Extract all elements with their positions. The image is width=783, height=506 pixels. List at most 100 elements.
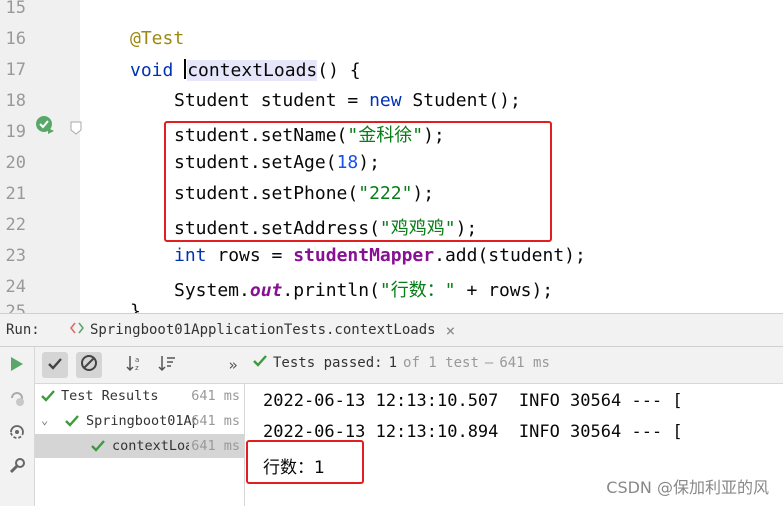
- keyword-token: new: [369, 90, 402, 111]
- auto-test-icon: [8, 423, 26, 445]
- test-results-tree[interactable]: Test Results 641 ms ⌄ Springboot01Ap 641…: [35, 384, 245, 506]
- line-number: 20: [5, 153, 26, 173]
- total-duration: 641 ms: [499, 355, 550, 371]
- line-number: 21: [5, 184, 26, 204]
- status-separator: –: [484, 355, 494, 371]
- sort-alphabetically-button[interactable]: az: [122, 352, 148, 378]
- run-label: Run:: [6, 322, 40, 338]
- line-number: 16: [5, 29, 26, 49]
- sort-by-duration-button[interactable]: [154, 352, 180, 378]
- close-icon[interactable]: ×: [446, 321, 456, 340]
- line-number: 18: [5, 91, 26, 111]
- rerun-button[interactable]: [6, 355, 28, 377]
- line-number: 15: [5, 0, 26, 18]
- tree-row-label: Springboot01Ap: [86, 413, 196, 429]
- string-token: "222": [358, 183, 413, 204]
- tab-arrows-icon: [69, 322, 85, 338]
- code-token: );: [358, 152, 380, 173]
- run-tool-window-header: Run: Springboot01ApplicationTests.contex…: [0, 313, 783, 347]
- test-runner-toolbar: az » Tests passed: 1 of 1 test – 641 ms: [35, 347, 783, 384]
- keyword-token: void: [130, 60, 174, 81]
- passed-icon: [91, 439, 105, 453]
- code-line[interactable]: 22 student.setAddress("鸡鸡鸡");: [0, 211, 783, 242]
- toggle-auto-test-button[interactable]: [6, 423, 28, 445]
- code-token: rows =: [206, 245, 294, 266]
- code-token: }: [130, 301, 141, 313]
- code-text: void contextLoads() {: [130, 59, 361, 81]
- sort-duration-icon: [158, 354, 176, 376]
- code-text: student.setName("金科徐");: [174, 121, 445, 147]
- chevron-down-icon[interactable]: ⌄: [41, 413, 48, 427]
- tree-row-time: 641 ms: [189, 438, 240, 454]
- code-text: @Test: [130, 28, 184, 49]
- code-line[interactable]: 15: [0, 0, 783, 25]
- show-ignored-button[interactable]: [76, 352, 102, 378]
- line-number: 23: [5, 246, 26, 266]
- tree-row-time: 641 ms: [191, 413, 240, 429]
- run-tab-title: Springboot01ApplicationTests.contextLoad…: [90, 322, 436, 338]
- settings-button[interactable]: [6, 457, 28, 479]
- code-token: student.setAge(: [174, 152, 337, 173]
- code-text: }: [130, 301, 141, 313]
- code-token: student.setPhone(: [174, 183, 359, 204]
- passed-icon: [41, 389, 55, 403]
- code-token: Student();: [401, 90, 521, 111]
- line-number: 25: [5, 302, 26, 313]
- method-name-token: contextLoads: [187, 60, 318, 81]
- code-editor[interactable]: 15 16 @Test 17 void contextLoads() { 18 …: [0, 0, 783, 313]
- run-config-tab[interactable]: Springboot01ApplicationTests.contextLoad…: [60, 314, 465, 346]
- text-caret: [184, 59, 187, 79]
- line-number: 24: [5, 277, 26, 297]
- field-token: studentMapper: [293, 245, 435, 266]
- tree-row-test-method[interactable]: contextLoa 641 ms: [35, 434, 244, 458]
- svg-text:z: z: [135, 364, 139, 372]
- line-number: 19: [5, 122, 26, 142]
- more-actions-button[interactable]: »: [220, 352, 246, 378]
- annotation-token: @Test: [130, 28, 185, 49]
- code-text: int rows = studentMapper.add(student);: [174, 245, 586, 266]
- code-line[interactable]: 16 @Test: [0, 25, 783, 56]
- code-line[interactable]: 18 Student student = new Student();: [0, 87, 783, 118]
- code-line[interactable]: 21 student.setPhone("222");: [0, 180, 783, 211]
- console-line: 2022-06-13 12:13:10.507 INFO 30564 --- [: [263, 391, 683, 411]
- rerun-failed-button[interactable]: [6, 389, 28, 411]
- test-status: Tests passed: 1 of 1 test – 641 ms: [253, 355, 550, 371]
- watermark: CSDN @保加利亚的风: [606, 478, 769, 497]
- code-token: student.setAddress(: [174, 218, 380, 239]
- tree-row-label: Test Results: [61, 388, 159, 404]
- code-line[interactable]: 23 int rows = studentMapper.add(student)…: [0, 242, 783, 273]
- console-line: 行数：1: [263, 458, 325, 478]
- keyword-token: int: [174, 245, 207, 266]
- code-line[interactable]: 19 student.setName("金科徐");: [0, 118, 783, 149]
- code-token: student.setName(: [174, 125, 348, 146]
- ignored-icon: [80, 354, 98, 376]
- total-count: of 1 test: [403, 355, 479, 371]
- line-number: 22: [5, 215, 26, 235]
- svg-text:a: a: [135, 356, 139, 364]
- passed-icon: [65, 414, 79, 428]
- show-passed-button[interactable]: [42, 352, 68, 378]
- play-icon: [10, 356, 24, 376]
- string-token: "鸡鸡鸡": [379, 218, 456, 239]
- code-token: () {: [317, 60, 361, 81]
- code-line[interactable]: 17 void contextLoads() {: [0, 56, 783, 135]
- code-token: Student student =: [174, 90, 370, 111]
- tree-row-test-class[interactable]: ⌄ Springboot01Ap 641 ms: [35, 409, 244, 433]
- code-text: student.setPhone("222");: [174, 183, 434, 204]
- tree-row-time: 641 ms: [191, 388, 240, 404]
- tree-row-test-results[interactable]: Test Results 641 ms: [35, 384, 244, 408]
- wrench-icon: [8, 457, 26, 479]
- passed-count: 1: [388, 355, 398, 371]
- sort-alpha-icon: az: [126, 354, 144, 376]
- passed-check-icon: [253, 355, 267, 371]
- rerun-failed-icon: [8, 389, 26, 411]
- tree-row-label: contextLoa: [112, 438, 194, 454]
- console-output[interactable]: 2022-06-13 12:13:10.507 INFO 30564 --- […: [245, 384, 783, 506]
- string-token: "金科徐": [347, 125, 424, 146]
- code-token: .add(student);: [434, 245, 586, 266]
- code-line[interactable]: 25 }: [0, 298, 783, 313]
- code-text: Student student = new Student();: [174, 90, 521, 111]
- console-line: 2022-06-13 12:13:10.894 INFO 30564 --- [: [263, 422, 683, 442]
- number-token: 18: [336, 152, 359, 173]
- code-line[interactable]: 20 student.setAge(18);: [0, 149, 783, 180]
